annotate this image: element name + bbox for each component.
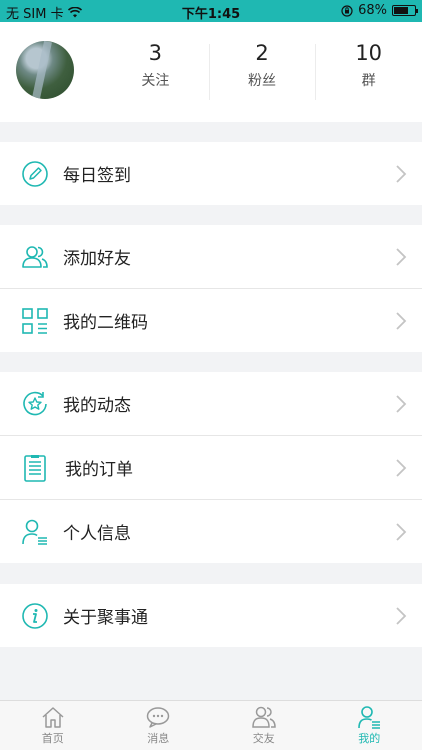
stat-following[interactable]: 3 关注 xyxy=(102,38,209,106)
stat-label: 群 xyxy=(361,73,376,89)
friends-icon xyxy=(251,706,276,728)
menu-label: 我的二维码 xyxy=(63,313,148,333)
stat-followers[interactable]: 2 粉丝 xyxy=(208,38,316,106)
battery-icon xyxy=(392,5,418,16)
qr-code-icon xyxy=(21,307,49,335)
chevron-right-icon xyxy=(396,248,407,266)
menu-label: 我的订单 xyxy=(65,460,133,480)
status-bar: 无 SIM 卡 下午1:45 68% xyxy=(0,0,422,22)
menu-label: 关于聚事通 xyxy=(63,608,148,628)
chevron-right-icon xyxy=(396,312,407,330)
stat-label: 关注 xyxy=(141,73,170,89)
battery-percent: 68% xyxy=(358,3,387,18)
menu-item-personal-info[interactable]: 个人信息 xyxy=(0,500,422,563)
menu-item-checkin[interactable]: 每日签到 xyxy=(0,142,422,205)
message-icon xyxy=(147,707,170,728)
battery-fill xyxy=(394,7,408,14)
tab-label: 消息 xyxy=(147,732,170,745)
stats-row: 3 关注 2 粉丝 10 群 xyxy=(102,38,422,106)
tab-home[interactable]: 首页 xyxy=(0,701,106,750)
menu-label: 添加好友 xyxy=(63,249,131,269)
profile-icon xyxy=(358,706,381,729)
avatar[interactable] xyxy=(16,41,74,99)
info-icon xyxy=(21,602,49,630)
stat-value: 10 xyxy=(355,41,383,65)
menu-item-about[interactable]: 关于聚事通 xyxy=(0,584,422,647)
stat-label: 粉丝 xyxy=(248,73,276,89)
home-icon xyxy=(42,707,64,728)
star-refresh-icon xyxy=(21,390,49,418)
tab-profile[interactable]: 我的 xyxy=(317,701,422,750)
pencil-circle-icon xyxy=(21,160,49,188)
stat-groups[interactable]: 10 群 xyxy=(315,38,422,106)
stat-value: 2 xyxy=(255,41,269,65)
profile-header: 3 关注 2 粉丝 10 群 xyxy=(0,22,422,122)
menu-item-qr-code[interactable]: 我的二维码 xyxy=(0,289,422,352)
menu-item-moments[interactable]: 我的动态 xyxy=(0,372,422,435)
menu-label: 我的动态 xyxy=(63,396,131,416)
menu-label: 个人信息 xyxy=(63,524,131,544)
tab-label: 首页 xyxy=(41,732,64,745)
chevron-right-icon xyxy=(396,459,407,477)
order-list-icon xyxy=(21,454,49,482)
tab-label: 交友 xyxy=(252,732,275,745)
tab-label: 我的 xyxy=(358,732,381,745)
stat-value: 3 xyxy=(148,41,163,65)
user-info-icon xyxy=(21,518,49,546)
orientation-lock-icon xyxy=(341,4,353,17)
chevron-right-icon xyxy=(396,523,407,541)
menu-item-orders[interactable]: 我的订单 xyxy=(0,436,422,499)
tab-bar: 首页 消息 交友 我的 xyxy=(0,700,422,750)
menu-label: 每日签到 xyxy=(63,166,131,186)
chevron-right-icon xyxy=(396,395,407,413)
menu-item-add-friend[interactable]: 添加好友 xyxy=(0,225,422,288)
tab-messages[interactable]: 消息 xyxy=(106,701,212,750)
chevron-right-icon xyxy=(396,607,407,625)
chevron-right-icon xyxy=(396,165,407,183)
friends-icon xyxy=(21,243,49,271)
tab-friends[interactable]: 交友 xyxy=(211,701,317,750)
